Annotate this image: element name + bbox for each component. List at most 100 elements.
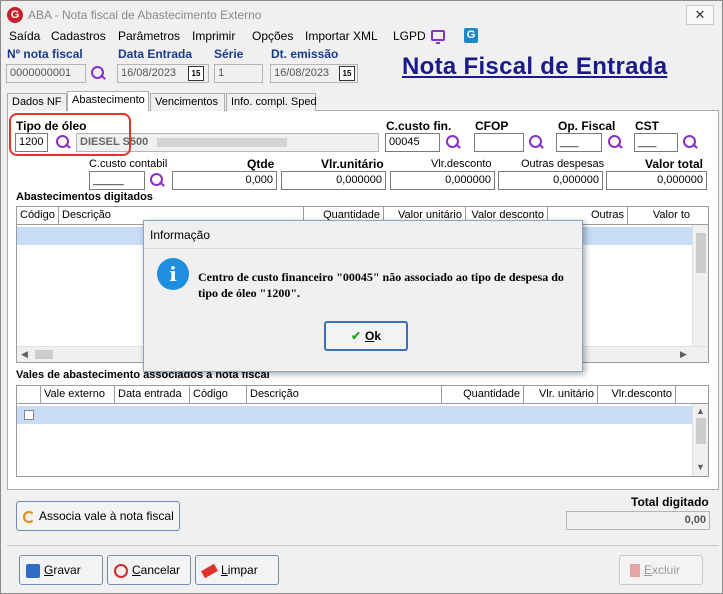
calendar-icon[interactable]: 15	[188, 66, 204, 81]
menu-imprimir[interactable]: Imprimir	[192, 29, 235, 43]
g-app-icon[interactable]: G	[464, 28, 478, 43]
excluir-label-hotkey: E	[644, 563, 653, 577]
scroll-right-icon[interactable]: ▶	[680, 349, 687, 360]
info-icon: i	[157, 258, 189, 290]
search-cfop-icon[interactable]	[528, 134, 544, 150]
nota-fiscal-label: Nº nota fiscal	[7, 47, 83, 61]
outras-despesas-label: Outras despesas	[521, 158, 605, 170]
search-nota-icon[interactable]	[90, 65, 106, 81]
close-button[interactable]: ✕	[686, 5, 714, 25]
page-title: Nota Fiscal de Entrada	[402, 53, 668, 80]
column-header[interactable]: Quantidade	[442, 386, 524, 404]
save-icon	[26, 563, 40, 578]
cfop-field[interactable]	[474, 133, 524, 152]
scroll-down-icon[interactable]: ▼	[696, 462, 705, 472]
window-title: ABA - Nota fiscal de Abastecimento Exter…	[28, 8, 262, 22]
main-window: G ABA - Nota fiscal de Abastecimento Ext…	[0, 0, 723, 594]
vlr-unitario-field[interactable]: 0,000000	[281, 171, 386, 190]
menu-bar: Saída Cadastros Parâmetros Imprimir Opçõ…	[1, 29, 722, 45]
excluir-button[interactable]: Excluir	[619, 555, 703, 585]
menu-parametros[interactable]: Parâmetros	[118, 29, 180, 43]
gravar-button[interactable]: Gravar	[19, 555, 103, 585]
trash-icon	[630, 564, 640, 578]
limpar-label: impar	[227, 563, 258, 577]
table-row[interactable]	[17, 406, 693, 424]
search-c-custo-fin-icon[interactable]	[445, 134, 461, 150]
scroll-thumb[interactable]	[696, 418, 706, 444]
gravar-label-hotkey: G	[44, 563, 54, 577]
redacted-block	[157, 137, 288, 147]
tab-abastecimento[interactable]: Abastecimento	[67, 91, 149, 111]
associa-vale-label: Associa vale à nota fiscal	[39, 509, 174, 523]
tab-info-compl-sped[interactable]: Info. compl. Sped	[226, 93, 317, 111]
search-op-fiscal-icon[interactable]	[607, 134, 623, 150]
column-header[interactable]: Data entrada	[115, 386, 190, 404]
vlr-desconto-field[interactable]: 0,000000	[390, 171, 495, 190]
cst-field[interactable]: ___	[634, 133, 678, 152]
app-logo-icon: G	[7, 7, 23, 23]
outras-despesas-field[interactable]: 0,000000	[498, 171, 603, 190]
cancel-icon	[114, 563, 128, 578]
menu-importar-xml[interactable]: Importar XML	[305, 29, 378, 43]
divider	[7, 545, 719, 546]
op-fiscal-field[interactable]: ___	[556, 133, 602, 152]
check-icon: ✔	[350, 329, 362, 343]
column-header[interactable]: Código	[190, 386, 247, 404]
column-header[interactable]: Vlr. unitário	[524, 386, 598, 404]
valor-total-field[interactable]: 0,000000	[606, 171, 707, 190]
gravar-label: ravar	[53, 563, 81, 577]
c-custo-contabil-field[interactable]: _____	[89, 171, 145, 190]
ok-label: k	[374, 329, 382, 343]
cst-label: CST	[635, 119, 659, 133]
menu-opcoes[interactable]: Opções	[252, 29, 293, 43]
monitor-icon[interactable]	[431, 30, 445, 44]
vertical-scrollbar[interactable]	[692, 225, 708, 346]
search-c-custo-contabil-icon[interactable]	[149, 172, 165, 188]
ok-button[interactable]: ✔ Ok	[324, 321, 408, 351]
calendar-icon[interactable]: 15	[339, 66, 355, 81]
column-header	[17, 386, 41, 404]
qtde-label: Qtde	[247, 157, 275, 171]
tab-dados-nf[interactable]: Dados NF	[7, 93, 67, 111]
nota-fiscal-field[interactable]: 0000000001	[6, 64, 86, 83]
c-custo-fin-field[interactable]: 00045	[385, 133, 440, 152]
cancelar-label-hotkey: C	[132, 563, 141, 577]
tab-vencimentos[interactable]: Vencimentos	[150, 93, 225, 111]
title-bar: G ABA - Nota fiscal de Abastecimento Ext…	[1, 1, 722, 29]
cancelar-button[interactable]: Cancelar	[107, 555, 191, 585]
c-custo-fin-label: C.custo fin.	[386, 119, 452, 133]
search-cst-icon[interactable]	[682, 134, 698, 150]
menu-lgpd[interactable]: LGPD	[393, 29, 426, 43]
vales-grid: Vale externo Data entrada Código Descriç…	[16, 385, 709, 477]
associa-vale-button[interactable]: Associa vale à nota fiscal	[16, 501, 180, 531]
row-checkbox[interactable]	[24, 410, 34, 420]
column-header[interactable]: Código	[17, 207, 59, 225]
total-digitado-field: 0,00	[566, 511, 710, 530]
excluir-label: xcluir	[652, 563, 681, 577]
limpar-button[interactable]: Limpar	[195, 555, 279, 585]
column-header[interactable]: Vlr.desconto	[598, 386, 676, 404]
scroll-thumb[interactable]	[35, 350, 53, 359]
highlight-annotation	[9, 113, 131, 156]
ok-label-hotkey: O	[365, 329, 375, 343]
column-header[interactable]: Descrição	[247, 386, 442, 404]
serie-field[interactable]: 1	[214, 64, 263, 83]
menu-saida[interactable]: Saída	[9, 29, 40, 43]
abastecimentos-title: Abastecimentos digitados	[16, 191, 153, 203]
op-fiscal-label: Op. Fiscal	[558, 119, 616, 133]
dt-emissao-label: Dt. emissão	[271, 47, 339, 61]
column-header[interactable]: Vale externo	[41, 386, 115, 404]
total-digitado-label: Total digitado	[631, 495, 709, 509]
data-entrada-label: Data Entrada	[118, 47, 193, 61]
column-header[interactable]: Valor to	[628, 207, 693, 225]
dialog-message: Centro de custo financeiro "00045" não a…	[198, 270, 564, 300]
eraser-icon	[201, 563, 218, 579]
scroll-left-icon[interactable]: ◀	[21, 349, 28, 360]
scroll-thumb[interactable]	[696, 233, 706, 273]
cfop-label: CFOP	[475, 119, 509, 133]
vertical-scrollbar[interactable]: ▲ ▼	[692, 404, 708, 476]
menu-cadastros[interactable]: Cadastros	[51, 29, 106, 43]
serie-label: Série	[214, 47, 244, 61]
scroll-up-icon[interactable]: ▲	[696, 406, 705, 416]
qtde-field[interactable]: 0,000	[172, 171, 277, 190]
